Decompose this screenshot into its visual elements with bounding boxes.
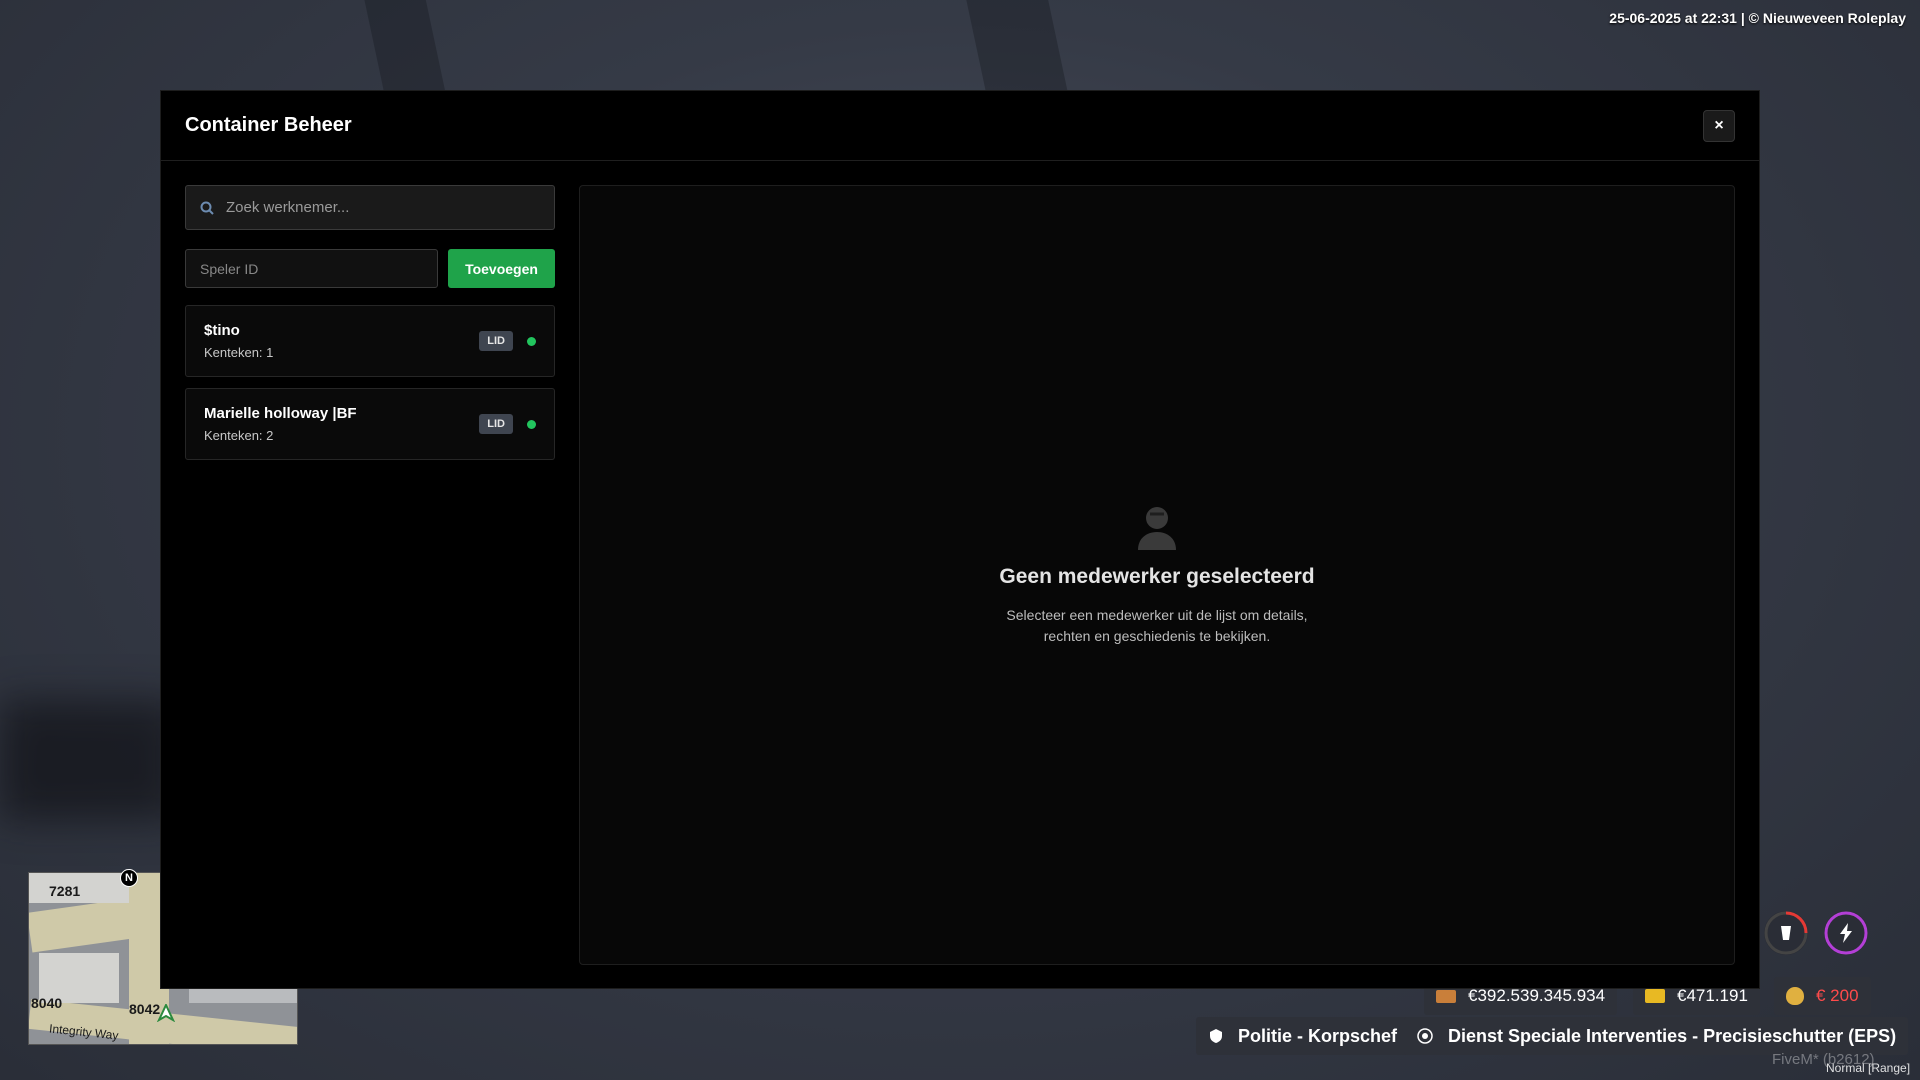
empty-state-description-line: Selecteer een medewerker uit de lijst om… <box>1006 607 1308 623</box>
modal-title: Container Beheer <box>185 114 352 136</box>
hunger-icon <box>1764 911 1808 955</box>
employee-item[interactable]: Marielle holloway |BF Kenteken: 2 LID <box>185 388 555 460</box>
add-employee-row: Toevoegen <box>185 249 555 288</box>
add-employee-button[interactable]: Toevoegen <box>448 249 555 288</box>
role-badge: LID <box>479 331 513 351</box>
cash-icon <box>1436 989 1456 1003</box>
black-money-display: € 200 <box>1774 977 1871 1015</box>
employee-details-panel: Geen medewerker geselecteerd Selecteer e… <box>579 185 1735 965</box>
job-label: Politie - Korpschef <box>1238 1025 1398 1046</box>
empty-state-title: Geen medewerker geselecteerd <box>999 565 1315 588</box>
player-position-icon <box>157 1004 175 1022</box>
grade-label: Dienst Speciale Interventies - Precisies… <box>1448 1025 1897 1046</box>
server-timestamp: 25-06-2025 at 22:31 | © Nieuweveen Rolep… <box>1609 10 1906 26</box>
grade-display: Dienst Speciale Interventies - Precisies… <box>1404 1017 1909 1055</box>
container-management-modal: Container Beheer × Toevoegen $tino Kente… <box>160 90 1760 989</box>
search-icon <box>200 201 214 215</box>
employee-name: $tino <box>204 322 240 339</box>
bank-card-icon <box>1645 989 1665 1003</box>
money-bag-icon <box>1786 987 1804 1005</box>
employee-panel: Toevoegen $tino Kenteken: 1 LID Marielle… <box>185 185 555 460</box>
modal-header: Container Beheer × <box>161 91 1759 161</box>
player-id-input[interactable] <box>185 249 438 288</box>
employee-name: Marielle holloway |BF <box>204 405 357 422</box>
online-status-dot <box>527 419 536 429</box>
voice-mode: Normal [Range] <box>1826 1061 1911 1075</box>
job-display: Politie - Korpschef <box>1196 1017 1410 1055</box>
minimap-label: 8042 <box>129 1001 161 1017</box>
employee-plates: Kenteken: 2 <box>204 428 274 443</box>
search-input[interactable] <box>226 199 540 216</box>
role-badge: LID <box>479 414 513 434</box>
empty-state-description-line: rechten en geschiedenis te bekijken. <box>1043 628 1271 644</box>
compass-north-icon: N <box>120 869 138 887</box>
black-money-amount: € 200 <box>1816 986 1859 1005</box>
empty-state: Geen medewerker geselecteerd Selecteer e… <box>580 504 1734 647</box>
search-box[interactable] <box>185 185 555 230</box>
user-icon <box>1138 507 1176 550</box>
employee-list: $tino Kenteken: 1 LID Marielle holloway … <box>185 305 555 460</box>
online-status-dot <box>527 336 536 346</box>
cash-amount: €392.539.345.934 <box>1468 986 1606 1005</box>
minimap-label: 7281 <box>49 883 81 899</box>
police-badge-icon <box>1210 1029 1222 1043</box>
unit-emblem-icon <box>1417 1028 1433 1044</box>
background-shadow <box>0 700 180 820</box>
energy-icon <box>1824 911 1868 955</box>
close-button[interactable]: × <box>1703 109 1735 142</box>
bank-amount: €471.191 <box>1677 986 1748 1005</box>
employee-item[interactable]: $tino Kenteken: 1 LID <box>185 305 555 377</box>
empty-state-description: Selecteer een medewerker uit de lijst om… <box>580 605 1734 647</box>
minimap-label: 8040 <box>31 995 63 1011</box>
employee-plates: Kenteken: 1 <box>204 345 274 360</box>
